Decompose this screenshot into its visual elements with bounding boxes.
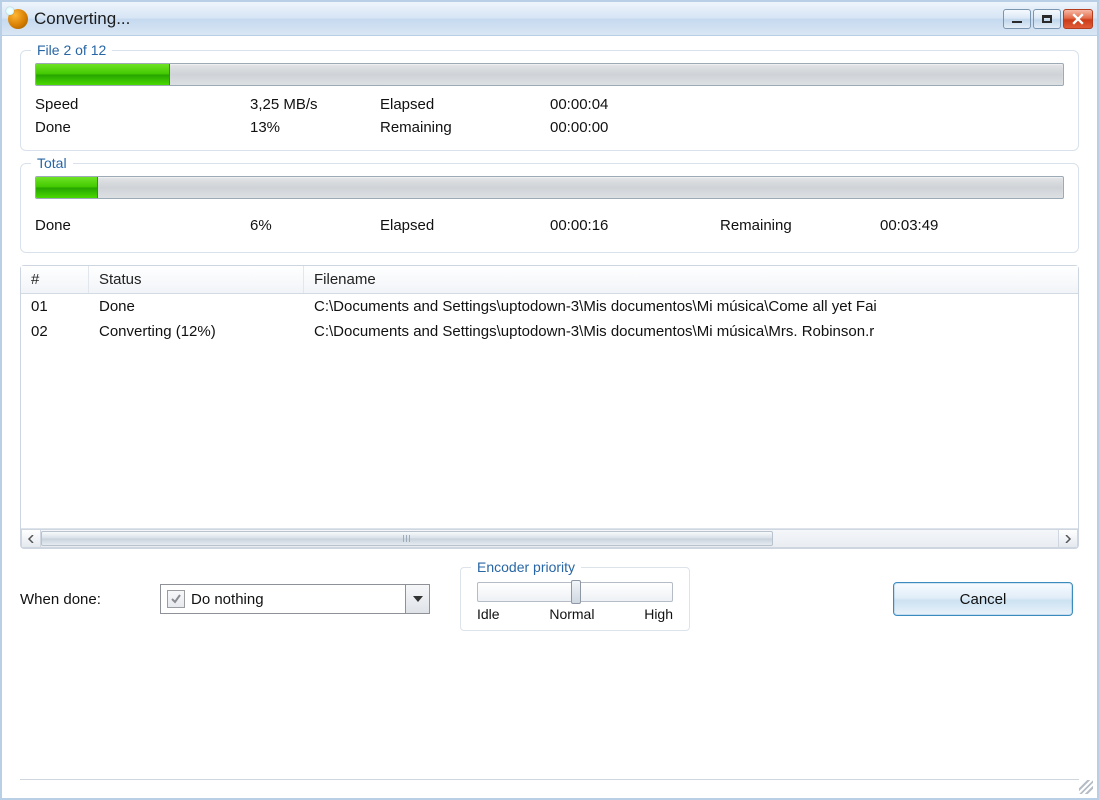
when-done-value: Do nothing xyxy=(191,591,405,608)
when-done-combo[interactable]: Do nothing xyxy=(160,584,430,614)
priority-idle-label: Idle xyxy=(477,606,500,622)
maximize-icon xyxy=(1042,15,1052,23)
col-header-filename[interactable]: Filename xyxy=(304,266,1078,293)
total-legend: Total xyxy=(31,155,73,171)
file-progress-fill xyxy=(36,64,170,85)
table-row[interactable]: 02 Converting (12%) C:\Documents and Set… xyxy=(21,319,1078,344)
priority-legend: Encoder priority xyxy=(471,559,581,575)
when-done-checkbox[interactable] xyxy=(167,590,185,608)
minimize-button[interactable] xyxy=(1003,9,1031,29)
done-label: Done xyxy=(35,119,250,136)
scroll-right-button[interactable] xyxy=(1058,529,1078,548)
total-done-value: 6% xyxy=(250,217,380,234)
total-remaining-label: Remaining xyxy=(720,217,880,234)
col-header-status[interactable]: Status xyxy=(89,266,304,293)
done-value: 13% xyxy=(250,119,380,136)
chevron-left-icon xyxy=(27,535,35,543)
check-icon xyxy=(170,593,182,605)
chevron-down-icon xyxy=(413,596,423,602)
row-num: 02 xyxy=(21,320,89,343)
total-elapsed-value: 00:00:16 xyxy=(550,217,720,234)
speed-label: Speed xyxy=(35,96,250,113)
cancel-button[interactable]: Cancel xyxy=(893,582,1073,616)
total-progress-fill xyxy=(36,177,98,198)
window-title: Converting... xyxy=(34,9,1003,29)
list-body[interactable]: 01 Done C:\Documents and Settings\uptodo… xyxy=(21,294,1078,528)
slider-thumb[interactable] xyxy=(571,580,581,604)
chevron-right-icon xyxy=(1064,535,1072,543)
scroll-left-button[interactable] xyxy=(21,529,41,548)
scroll-thumb[interactable] xyxy=(41,531,773,546)
total-elapsed-label: Elapsed xyxy=(380,217,550,234)
priority-normal-label: Normal xyxy=(549,606,594,622)
total-group: Total Done 6% Elapsed 00:00:16 Remaining… xyxy=(20,163,1079,253)
table-row[interactable]: 01 Done C:\Documents and Settings\uptodo… xyxy=(21,294,1078,319)
separator xyxy=(20,779,1079,780)
minimize-icon xyxy=(1012,21,1022,23)
file-list: # Status Filename 01 Done C:\Documents a… xyxy=(20,265,1079,549)
resize-grip[interactable] xyxy=(1079,780,1093,794)
row-filename: C:\Documents and Settings\uptodown-3\Mis… xyxy=(304,295,1078,318)
current-file-group: File 2 of 12 Speed 3,25 MB/s Elapsed 00:… xyxy=(20,50,1079,151)
file-progress-bar xyxy=(35,63,1064,86)
remaining-value: 00:00:00 xyxy=(550,119,1064,136)
combo-drop-button[interactable] xyxy=(405,585,429,613)
elapsed-value: 00:00:04 xyxy=(550,96,1064,113)
scroll-track[interactable] xyxy=(41,529,1058,548)
app-icon xyxy=(8,9,28,29)
speed-value: 3,25 MB/s xyxy=(250,96,380,113)
list-header: # Status Filename xyxy=(21,266,1078,294)
when-done-label: When done: xyxy=(20,591,160,608)
total-progress-bar xyxy=(35,176,1064,199)
close-icon xyxy=(1072,13,1084,25)
converting-dialog: Converting... File 2 of 12 Speed 3,25 MB… xyxy=(0,0,1099,800)
priority-high-label: High xyxy=(644,606,673,622)
row-status: Converting (12%) xyxy=(89,320,304,343)
close-button[interactable] xyxy=(1063,9,1093,29)
row-num: 01 xyxy=(21,295,89,318)
row-filename: C:\Documents and Settings\uptodown-3\Mis… xyxy=(304,320,1078,343)
total-done-label: Done xyxy=(35,217,250,234)
priority-slider[interactable] xyxy=(477,582,673,602)
remaining-label: Remaining xyxy=(380,119,550,136)
horizontal-scrollbar[interactable] xyxy=(21,528,1078,548)
col-header-number[interactable]: # xyxy=(21,266,89,293)
elapsed-label: Elapsed xyxy=(380,96,550,113)
current-file-legend: File 2 of 12 xyxy=(31,42,112,58)
row-status: Done xyxy=(89,295,304,318)
maximize-button[interactable] xyxy=(1033,9,1061,29)
footer-row: When done: Do nothing Encoder priority I… xyxy=(20,567,1079,631)
total-remaining-value: 00:03:49 xyxy=(880,217,1064,234)
titlebar[interactable]: Converting... xyxy=(2,2,1097,36)
encoder-priority-group: Encoder priority Idle Normal High xyxy=(460,567,690,631)
